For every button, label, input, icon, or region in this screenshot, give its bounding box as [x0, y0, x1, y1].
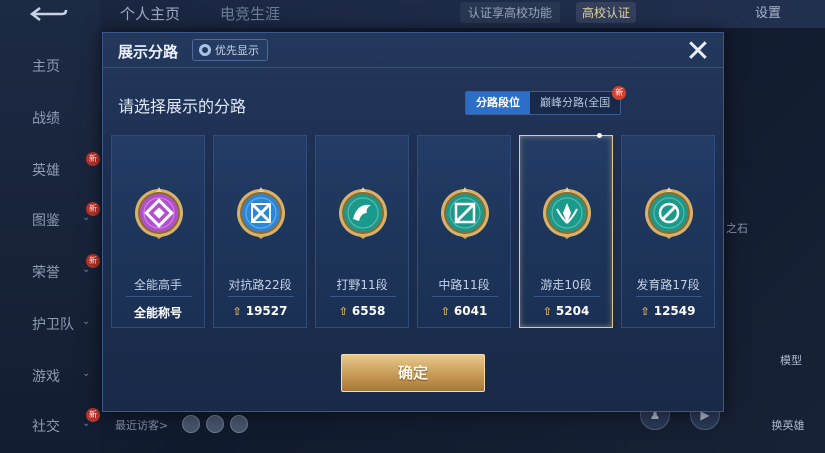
new-badge: 新: [86, 202, 100, 216]
lane-card[interactable]: 发育路17段 ⇧ 12549: [621, 135, 715, 328]
tab-peak-lane[interactable]: 巅峰分路(全国新: [530, 86, 627, 114]
lane-rank-label: 发育路17段: [636, 278, 700, 292]
model-label: 模型: [780, 354, 802, 367]
visitor-avatar[interactable]: [182, 415, 200, 433]
campus-auth-button[interactable]: 高校认证: [576, 2, 637, 23]
sidebar: 主页 战绩 英雄新图鉴 ⌄ 新荣誉 ⌄ 新护卫队 ⌄ 游戏 ⌄ 社交 ⌄ 新: [0, 0, 100, 453]
tab-esports-career[interactable]: 电竞生涯: [220, 3, 280, 24]
sidebar-item[interactable]: 护卫队 ⌄: [12, 314, 92, 338]
chevron-down-icon: ⌄: [82, 368, 91, 379]
stone-label: 之石: [726, 222, 748, 235]
sidebar-item-label: 主页: [32, 59, 60, 75]
clash-lane-badge-icon: [231, 183, 291, 243]
divider: [432, 296, 498, 297]
divider: [228, 296, 294, 297]
sidebar-item-label: 护卫队: [32, 317, 74, 333]
jungle-badge-icon: [333, 183, 393, 243]
score-arrow-icon: ⇧: [542, 305, 552, 318]
model-button[interactable]: 模型: [771, 352, 811, 368]
lane-card[interactable]: 对抗路22段 ⇧ 19527: [213, 135, 307, 328]
score-arrow-icon: ⇧: [440, 305, 450, 318]
lane-score: ⇧ 6041: [418, 304, 510, 318]
lane-rank-label: 打野11段: [336, 278, 388, 292]
lane-card[interactable]: 打野11段 ⇧ 6558: [315, 135, 409, 328]
sidebar-item-label: 英雄: [32, 163, 60, 179]
lane-score: ⇧ 5204: [520, 304, 612, 318]
lane-card[interactable]: 游走10段 ⇧ 5204: [519, 133, 613, 328]
lane-score: ⇧ 6558: [316, 304, 408, 318]
roam-badge-icon: [537, 183, 597, 243]
divider: [534, 296, 600, 297]
change-hero-label: 换英雄: [771, 419, 805, 432]
lane-card-list: 全能高手 全能称号 对抗路22段 ⇧ 19527 打野11段 ⇧ 6558 中路11段 ⇧ 6041…: [111, 133, 715, 328]
divider: [103, 67, 723, 68]
score-arrow-icon: ⇧: [232, 305, 242, 318]
priority-display-label: 优先显示: [215, 44, 259, 57]
lane-score-value: 全能称号: [133, 306, 182, 320]
divider: [126, 296, 192, 297]
all-round-badge-icon: [129, 183, 189, 243]
divider: [330, 296, 396, 297]
lane-rank-label: 游走10段: [540, 278, 592, 292]
chevron-down-icon: ⌄: [82, 316, 91, 327]
sidebar-item[interactable]: 社交 ⌄ 新: [12, 408, 100, 440]
sidebar-item[interactable]: 荣誉 ⌄ 新: [12, 254, 100, 286]
sidebar-item[interactable]: 游戏 ⌄: [12, 366, 92, 390]
lane-score-value: 12549: [653, 304, 696, 318]
dialog-title: 展示分路: [118, 43, 179, 61]
lane-rank-label: 中路11段: [438, 278, 490, 292]
gear-icon: [199, 44, 211, 56]
campus-feature-prompt[interactable]: 认证享高校功能: [460, 2, 561, 23]
sidebar-item[interactable]: 战绩: [12, 108, 92, 132]
tab-label: 分路段位: [476, 96, 520, 109]
lane-score-value: 6041: [453, 304, 488, 318]
tab-lane-rank[interactable]: 分路段位: [466, 92, 530, 114]
new-badge: 新: [86, 408, 100, 422]
visitor-avatar[interactable]: [206, 415, 224, 433]
lane-display-dialog: 展示分路 优先显示 ✕ 请选择展示的分路 分路段位 巅峰分路(全国新 全能高手全…: [102, 32, 724, 412]
lane-rank-label: 全能高手: [133, 278, 182, 292]
lane-score-value: 19527: [245, 304, 288, 318]
new-badge: 新: [86, 152, 100, 166]
sidebar-item[interactable]: 主页: [12, 56, 92, 80]
sidebar-item[interactable]: 图鉴 ⌄ 新: [12, 202, 100, 234]
sidebar-item-label: 战绩: [32, 111, 60, 127]
lane-card[interactable]: 全能高手 全能称号: [111, 135, 205, 328]
score-arrow-icon: ⇧: [338, 305, 348, 318]
recent-visitors-link[interactable]: 最近访客>: [115, 417, 168, 433]
priority-display-button[interactable]: 优先显示: [192, 39, 268, 61]
selection-prompt: 请选择展示的分路: [118, 97, 247, 116]
lane-score-value: 5204: [555, 304, 590, 318]
divider: [636, 296, 702, 297]
new-badge: 新: [86, 254, 100, 268]
back-arrow-icon[interactable]: [28, 6, 68, 22]
sidebar-item[interactable]: 英雄 新: [12, 152, 100, 184]
lane-score: ⇧ 12549: [622, 304, 714, 318]
lane-score: 全能称号: [112, 304, 204, 321]
visitor-avatar[interactable]: [230, 415, 248, 433]
settings-button[interactable]: 设置: [755, 2, 781, 21]
lane-rank-label: 对抗路22段: [228, 278, 292, 292]
lane-card[interactable]: 中路11段 ⇧ 6041: [417, 135, 511, 328]
lane-score: ⇧ 19527: [214, 304, 306, 318]
tab-label: 巅峰分路(全国: [540, 96, 611, 109]
change-hero-button[interactable]: 换英雄: [763, 417, 813, 433]
lane-tabs: 分路段位 巅峰分路(全国新: [465, 86, 627, 115]
score-arrow-icon: ⇧: [640, 305, 650, 318]
lane-score-value: 6558: [351, 304, 386, 318]
tab-personal-home[interactable]: 个人主页: [120, 3, 180, 24]
new-badge: 新: [612, 86, 627, 100]
sidebar-item-label: 游戏: [32, 369, 60, 385]
sidebar-item-label: 社交: [32, 419, 60, 435]
top-bar: 个人主页 电竞生涯 认证享高校功能 高校认证 设置: [100, 0, 825, 28]
confirm-button[interactable]: 确定: [341, 354, 485, 392]
farm-lane-badge-icon: [639, 183, 699, 243]
sidebar-item-label: 图鉴: [32, 213, 60, 229]
close-icon[interactable]: ✕: [683, 37, 713, 68]
mid-lane-badge-icon: [435, 183, 495, 243]
sidebar-item-label: 荣誉: [32, 265, 60, 281]
